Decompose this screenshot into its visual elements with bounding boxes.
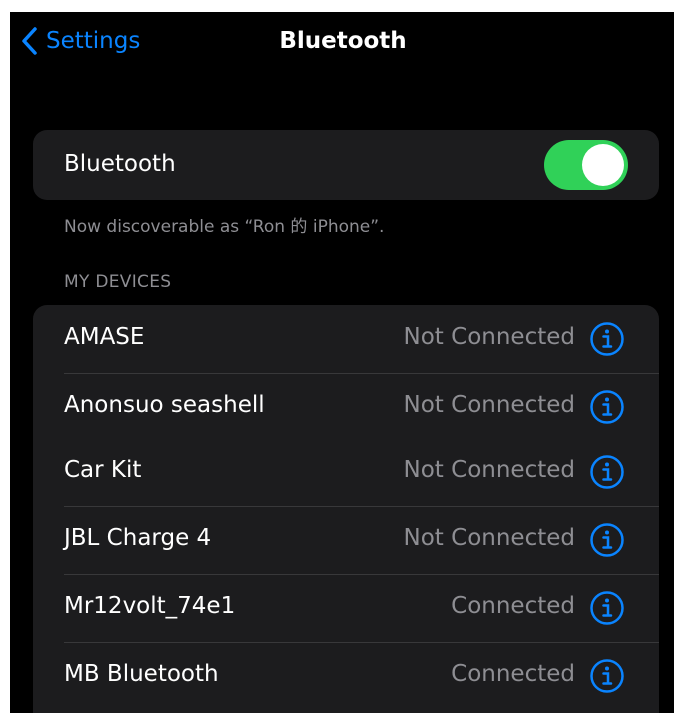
device-name: Car Kit bbox=[64, 457, 142, 483]
device-name: Anonsuo seashell bbox=[64, 392, 265, 418]
bluetooth-toggle-row: Bluetooth bbox=[33, 130, 659, 200]
device-name: MB Bluetooth bbox=[64, 661, 219, 687]
info-icon[interactable] bbox=[589, 454, 625, 490]
device-row[interactable]: Car Kit Not Connected bbox=[33, 438, 659, 506]
device-status: Connected bbox=[451, 661, 575, 687]
switch-knob bbox=[582, 144, 624, 186]
device-status: Not Connected bbox=[403, 525, 575, 551]
device-row[interactable]: AMASE Not Connected bbox=[33, 305, 659, 373]
device-row[interactable]: MB Bluetooth Connected bbox=[33, 642, 659, 710]
row-divider bbox=[64, 373, 659, 374]
info-icon[interactable] bbox=[589, 590, 625, 626]
device-status: Not Connected bbox=[403, 324, 575, 350]
info-icon[interactable] bbox=[589, 522, 625, 558]
info-icon[interactable] bbox=[589, 389, 625, 425]
device-status: Not Connected bbox=[403, 457, 575, 483]
my-devices-list: AMASE Not Connected Anonsuo seashell Not… bbox=[33, 305, 659, 713]
bluetooth-settings-screen: Settings Bluetooth Bluetooth Now discove… bbox=[10, 12, 674, 713]
row-divider bbox=[64, 574, 659, 575]
bluetooth-switch[interactable] bbox=[544, 140, 628, 190]
discoverable-note: Now discoverable as “Ron 的 iPhone”. bbox=[64, 217, 385, 237]
device-name: JBL Charge 4 bbox=[64, 525, 212, 551]
device-row[interactable]: JBL Charge 4 Not Connected bbox=[33, 506, 659, 574]
my-devices-header: MY DEVICES bbox=[64, 272, 172, 292]
device-name: Mr12volt_74e1 bbox=[64, 593, 236, 619]
device-row[interactable]: Anonsuo seashell Not Connected bbox=[33, 373, 659, 441]
info-icon[interactable] bbox=[589, 658, 625, 694]
device-status: Not Connected bbox=[403, 392, 575, 418]
device-status: Connected bbox=[451, 593, 575, 619]
page-title: Bluetooth bbox=[279, 28, 407, 54]
bluetooth-toggle-label: Bluetooth bbox=[64, 151, 176, 177]
device-name: AMASE bbox=[64, 324, 145, 350]
row-divider bbox=[64, 642, 659, 643]
info-icon[interactable] bbox=[589, 321, 625, 357]
device-row[interactable]: Mr12volt_74e1 Connected bbox=[33, 574, 659, 642]
row-divider bbox=[64, 506, 659, 507]
